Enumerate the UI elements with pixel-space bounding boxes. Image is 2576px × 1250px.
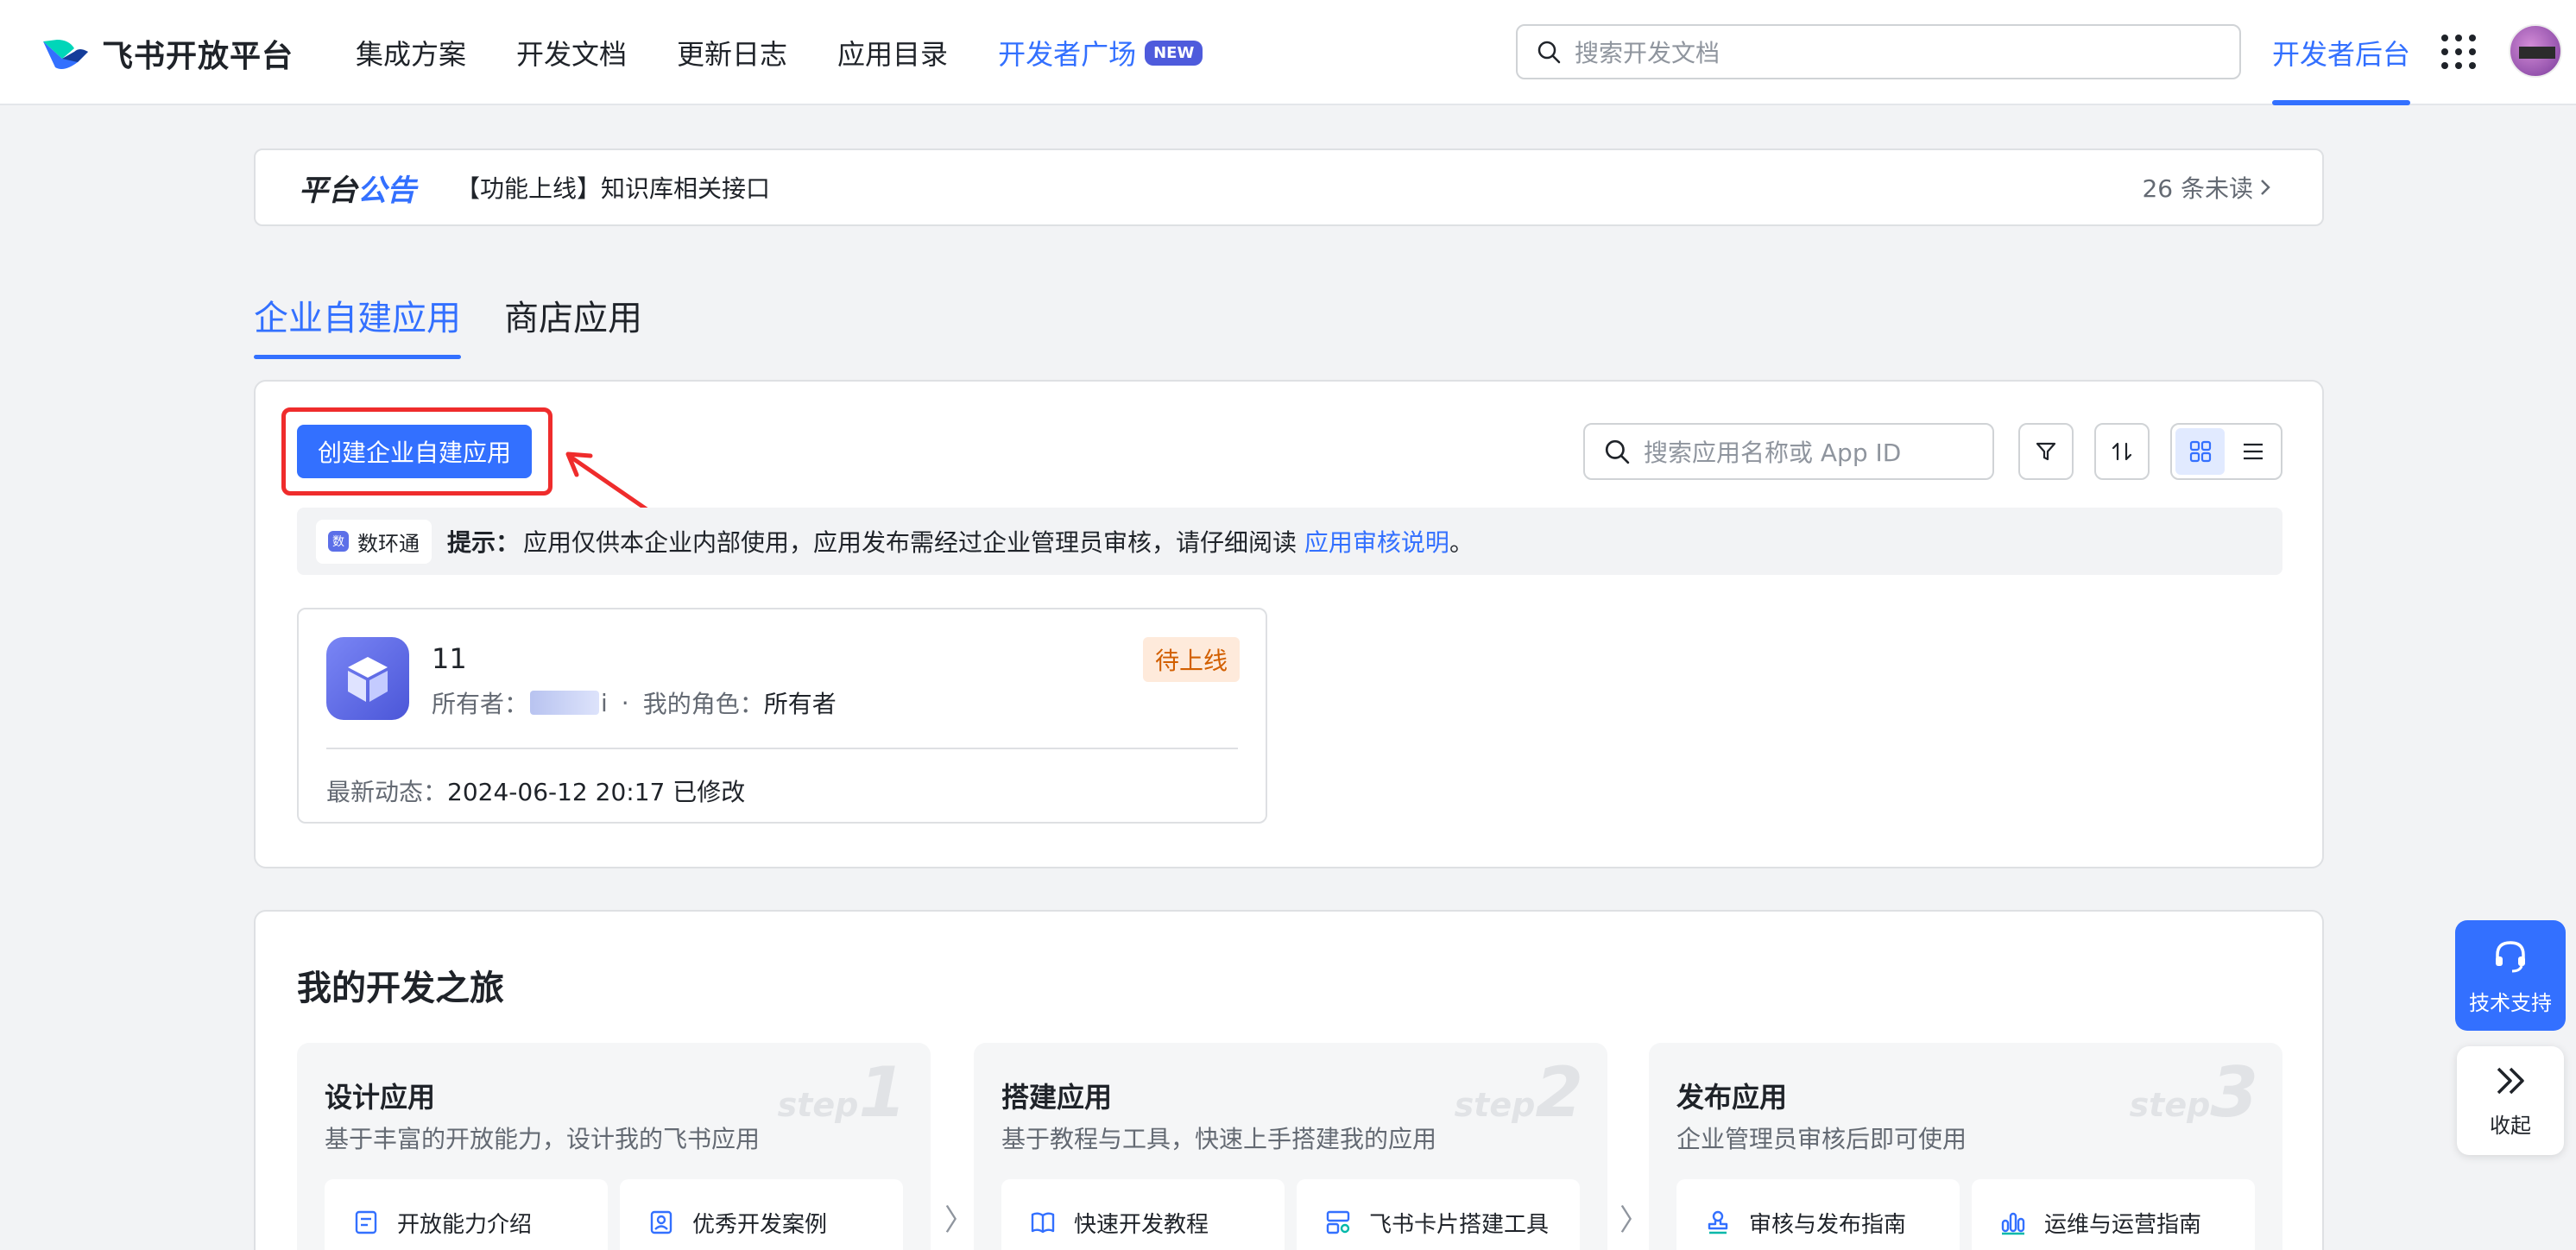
app-list-panel: 创建企业自建应用 搜索应用名称或 App ID 数 数环通 提示： 应用仅供本企… — [254, 380, 2324, 868]
headset-icon — [2496, 940, 2525, 972]
chevron-right-icon: 〉 — [944, 1203, 974, 1238]
step-number: step 2 — [1454, 1052, 1583, 1133]
latest-activity: 最新动态：2024-06-12 20:17 已修改 — [326, 778, 746, 806]
collapse-button[interactable]: 收起 — [2457, 1046, 2564, 1155]
create-internal-app-button[interactable]: 创建企业自建应用 — [297, 425, 532, 478]
list-view-button[interactable] — [2228, 428, 2277, 475]
nav-item-label: 开发者广场 — [998, 38, 1137, 71]
feishu-logo-icon — [43, 40, 88, 69]
book-icon — [1027, 1207, 1058, 1238]
app-meta: 所有者： i · 我的角色： 所有者 — [432, 688, 837, 719]
developer-console-link[interactable]: 开发者后台 — [2272, 33, 2410, 73]
unread-count[interactable]: 26 条未读 — [2142, 170, 2272, 205]
logo[interactable]: 飞书开放平台 — [40, 31, 294, 76]
main-nav: 集成方案 开发文档 更新日志 应用目录 开发者广场 NEW — [356, 33, 1203, 73]
chevron-right-icon: 〉 — [1619, 1203, 1649, 1238]
step-build: 搭建应用 基于教程与工具，快速上手搭建我的应用 step 2 快速开发教程 飞书卡… — [974, 1043, 1607, 1250]
app-search-input[interactable]: 搜索应用名称或 App ID — [1583, 423, 1994, 480]
sort-button[interactable] — [2094, 423, 2150, 480]
filter-button[interactable] — [2018, 423, 2074, 480]
apps-grid-icon[interactable] — [2441, 35, 2476, 69]
tenant-chip: 数 数环通 — [316, 519, 432, 564]
announcement-text[interactable]: 【功能上线】知识库相关接口 — [456, 170, 2142, 205]
sort-icon — [2112, 442, 2132, 461]
tab-internal-apps[interactable]: 企业自建应用 — [254, 290, 461, 359]
developer-console-underline — [2272, 100, 2410, 105]
nav-item-app-directory[interactable]: 应用目录 — [837, 33, 948, 73]
step-publish: 发布应用 企业管理员审核后即可使用 step 3 审核与发布指南 运维与运营指南 — [1649, 1043, 2282, 1250]
link-ops-guide[interactable]: 运维与运营指南 — [1972, 1179, 2255, 1250]
nav-item-developer-square[interactable]: 开发者广场 NEW — [998, 33, 1203, 73]
doc-search-placeholder: 搜索开发文档 — [1575, 39, 1720, 67]
view-toggle — [2170, 423, 2282, 480]
step-number: step 1 — [777, 1052, 906, 1133]
grid-view-icon — [2189, 440, 2211, 463]
double-chevron-right-icon — [2497, 1067, 2524, 1094]
dev-journey-section: 我的开发之旅 设计应用 基于丰富的开放能力，设计我的飞书应用 step 1 开放能… — [254, 910, 2324, 1250]
tip-label: 提示： — [447, 528, 521, 557]
tab-store-apps[interactable]: 商店应用 — [504, 290, 642, 359]
document-icon — [350, 1207, 382, 1238]
card-builder-icon — [1323, 1207, 1354, 1238]
list-view-icon — [2243, 443, 2263, 460]
link-card-builder[interactable]: 飞书卡片搭建工具 — [1297, 1179, 1580, 1250]
link-review-publish-guide[interactable]: 审核与发布指南 — [1676, 1179, 1960, 1250]
nav-item-changelog[interactable]: 更新日志 — [677, 33, 787, 73]
app-search-placeholder: 搜索应用名称或 App ID — [1644, 439, 1902, 467]
app-tabs: 企业自建应用 商店应用 — [254, 290, 642, 359]
chevron-right-icon — [2261, 180, 2270, 195]
doc-search-input[interactable]: 搜索开发文档 — [1516, 24, 2241, 79]
new-badge: NEW — [1145, 40, 1203, 66]
owner-name-blurred — [530, 691, 600, 715]
tech-support-button[interactable]: 技术支持 — [2455, 920, 2566, 1031]
divider — [326, 748, 1238, 749]
link-quick-tutorial[interactable]: 快速开发教程 — [1001, 1179, 1285, 1250]
search-icon — [1605, 439, 1630, 464]
annotation-arrow-icon — [565, 451, 652, 514]
app-name: 11 — [432, 642, 467, 675]
user-card-icon — [646, 1207, 677, 1238]
search-icon — [1537, 41, 1561, 64]
tenant-logo-icon: 数 — [328, 531, 349, 552]
grid-view-button[interactable] — [2175, 428, 2225, 475]
stamp-icon — [1702, 1207, 1733, 1238]
review-tip: 数 数环通 提示： 应用仅供本企业内部使用，应用发布需经过企业管理员审核，请仔细… — [297, 508, 2282, 575]
section-title: 我的开发之旅 — [297, 969, 504, 1008]
step-number: step 3 — [2129, 1052, 2258, 1133]
filter-icon — [2036, 442, 2056, 461]
logo-text: 飞书开放平台 — [102, 39, 294, 74]
platform-announcement[interactable]: 平台公告 【功能上线】知识库相关接口 26 条未读 — [254, 148, 2324, 226]
link-showcase-cases[interactable]: 优秀开发案例 — [620, 1179, 903, 1250]
stats-icon — [1998, 1207, 2029, 1238]
tip-text: 应用仅供本企业内部使用，应用发布需经过企业管理员审核，请仔细阅读 — [523, 528, 1304, 557]
avatar[interactable] — [2509, 24, 2562, 78]
review-guide-link[interactable]: 应用审核说明 — [1304, 524, 1449, 559]
nav-item-solutions[interactable]: 集成方案 — [356, 33, 466, 73]
app-cube-icon — [326, 637, 409, 720]
top-nav: 飞书开放平台 集成方案 开发文档 更新日志 应用目录 开发者广场 NEW 搜索开… — [0, 0, 2576, 105]
announcement-title: 平台公告 — [299, 173, 416, 208]
app-card[interactable]: 11 待上线 所有者： i · 我的角色： 所有者 最新动态：2024-06-1… — [297, 608, 1267, 824]
nav-item-docs[interactable]: 开发文档 — [516, 33, 627, 73]
status-badge: 待上线 — [1142, 637, 1240, 682]
link-capability-intro[interactable]: 开放能力介绍 — [325, 1179, 608, 1250]
step-design: 设计应用 基于丰富的开放能力，设计我的飞书应用 step 1 开放能力介绍 优秀开… — [297, 1043, 931, 1250]
